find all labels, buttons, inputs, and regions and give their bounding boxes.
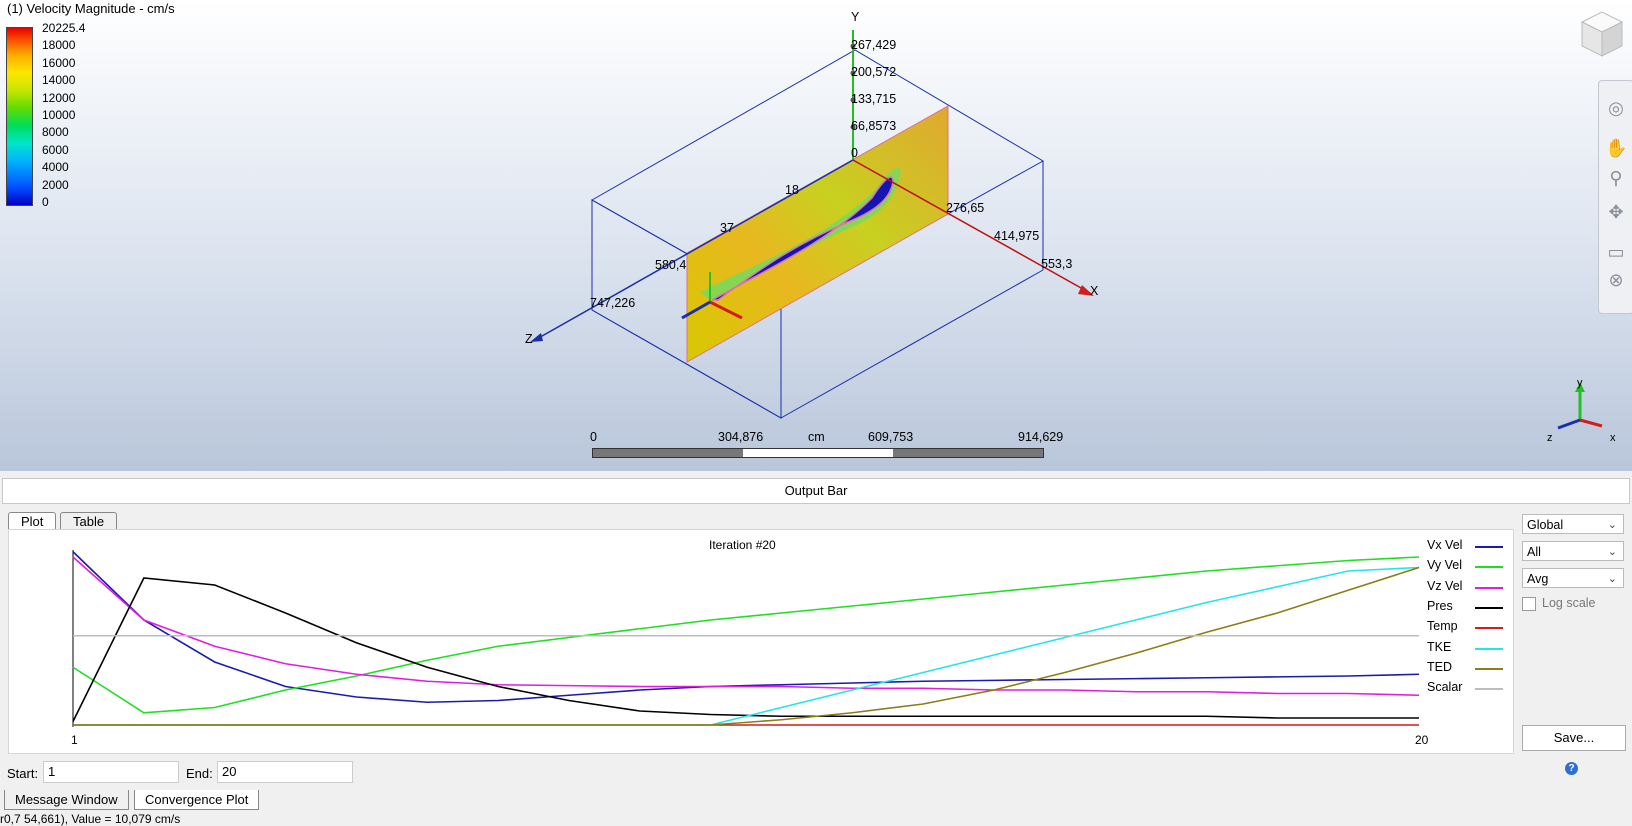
scale-bar	[592, 448, 1044, 458]
y-tick: 66,8573	[851, 119, 897, 133]
legend-entry: Vz Vel	[1427, 578, 1463, 593]
camera-icon[interactable]: ▭	[1605, 241, 1627, 263]
chevron-down-icon: ⌄	[1607, 546, 1617, 558]
z-tick: 580,4	[655, 258, 687, 272]
log-scale-checkbox[interactable]: Log scale	[1522, 596, 1596, 611]
end-field[interactable]: 20	[217, 761, 353, 783]
tab-message-window[interactable]: Message Window	[4, 790, 129, 810]
legend-entry: Temp	[1427, 619, 1458, 634]
legend-swatch	[1475, 566, 1503, 569]
legend-entry: Pres	[1427, 598, 1453, 613]
chevron-down-icon: ⌄	[1607, 573, 1617, 585]
z-tick: 747,226	[590, 296, 636, 310]
end-label: End:	[186, 766, 213, 781]
status-bar-text: r0,7 54,661), Value = 10,079 cm/s	[0, 812, 181, 826]
orbit-icon[interactable]: ◎	[1605, 97, 1627, 119]
triad-x-label: x	[1610, 432, 1616, 444]
series-line-vx-vel	[72, 551, 1420, 704]
legend-swatch	[1475, 688, 1503, 691]
scale-unit: cm	[808, 430, 825, 444]
output-bar-header[interactable]: Output Bar	[2, 478, 1630, 504]
navigation-toolbar: ◎ ✋ ⚲ ✥ ▭ ⊗	[1598, 80, 1632, 314]
zoom-icon[interactable]: ⚲	[1605, 167, 1627, 189]
legend-swatch	[1475, 586, 1503, 589]
tab-convergence-plot[interactable]: Convergence Plot	[134, 790, 260, 810]
model-scene[interactable]	[0, 0, 1632, 471]
series-line-vz-vel	[72, 556, 1420, 697]
partial-tick: 18	[785, 183, 799, 197]
x-start-label: 1	[71, 733, 78, 747]
pan-hand-icon[interactable]: ✋	[1605, 137, 1627, 159]
bottom-tab-strip: Message Window Convergence Plot	[0, 790, 1632, 810]
checkbox-box[interactable]	[1522, 596, 1536, 611]
partial-tick: 37	[720, 221, 734, 235]
steering-wheel-icon[interactable]: ⊗	[1605, 269, 1627, 291]
y-tick: 200,572	[851, 65, 897, 79]
scale-tick: 914,629	[1018, 430, 1064, 444]
legend-swatch	[1475, 627, 1503, 630]
z-axis-label: Z	[525, 332, 533, 346]
legend-swatch	[1475, 546, 1503, 548]
stat-select-value: Avg	[1527, 572, 1549, 586]
x-axis-label: X	[1090, 284, 1099, 298]
x-end-label: 20	[1415, 733, 1429, 747]
scale-tick: 304,876	[718, 430, 764, 444]
scope-select-value: Global	[1527, 518, 1564, 532]
legend-entry: Vy Vel	[1427, 558, 1462, 573]
legend-swatch	[1475, 647, 1503, 650]
triad-y-label: y	[1577, 377, 1583, 389]
x-tick: 414,975	[994, 229, 1040, 243]
legend-entry: Scalar	[1427, 680, 1463, 695]
y-tick: 267,429	[851, 38, 897, 52]
series-line-tke	[73, 566, 1420, 726]
plot-canvas	[72, 550, 1420, 727]
y-tick: 0	[851, 146, 858, 160]
x-tick: 553,3	[1041, 257, 1073, 271]
y-tick: 133,715	[851, 92, 897, 106]
scale-tick: 0	[590, 430, 597, 444]
series-line-ted	[73, 566, 1420, 726]
save-button[interactable]: Save...	[1522, 725, 1626, 751]
series-line-vy-vel	[72, 556, 1420, 714]
view-cube-icon[interactable]	[1576, 8, 1628, 60]
scale-tick: 609,753	[868, 430, 914, 444]
legend-entry: TKE	[1427, 639, 1452, 654]
y-axis-label: Y	[851, 10, 860, 24]
legend-swatch	[1475, 667, 1503, 670]
legend-entry: TED	[1427, 659, 1452, 674]
help-icon[interactable]: ?	[1565, 762, 1578, 775]
convergence-plot: Iteration #20 1 20	[8, 529, 1514, 754]
legend-swatch	[1475, 606, 1503, 609]
legend-entry: Vx Vel	[1427, 538, 1463, 552]
start-label: Start:	[7, 766, 39, 781]
start-field[interactable]: 1	[43, 761, 179, 783]
scope-select[interactable]: Global ⌄	[1522, 514, 1624, 534]
triad-z-label: z	[1547, 432, 1553, 444]
chevron-down-icon: ⌄	[1607, 519, 1617, 531]
fit-view-icon[interactable]: ✥	[1605, 201, 1627, 223]
log-scale-label: Log scale	[1542, 596, 1596, 610]
filter-select[interactable]: All ⌄	[1522, 541, 1624, 561]
3d-viewport[interactable]: (1) Velocity Magnitude - cm/s 20225.4 180…	[0, 0, 1632, 471]
filter-select-value: All	[1527, 545, 1541, 559]
stat-select[interactable]: Avg ⌄	[1522, 568, 1624, 588]
x-tick: 276,65	[946, 201, 985, 215]
